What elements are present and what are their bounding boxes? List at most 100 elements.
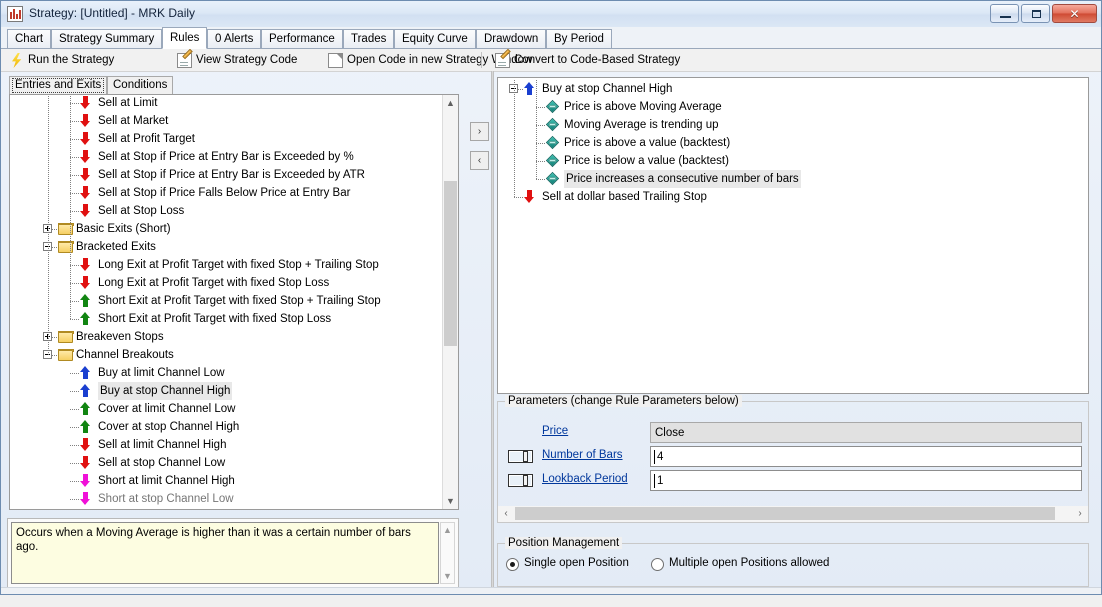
sell-arrow-icon — [80, 258, 91, 271]
parameters-group: Parameters (change Rule Parameters below… — [497, 401, 1089, 523]
tree-node-label: Sell at Stop if Price Falls Below Price … — [98, 184, 350, 202]
tree-connector — [70, 391, 79, 392]
tab-by-period[interactable]: By Period — [546, 29, 612, 49]
tree-connector — [70, 463, 79, 464]
tree-connector — [70, 283, 79, 284]
rule-library-tree[interactable]: Sell at LimitSell at MarketSell at Profi… — [9, 94, 459, 510]
tree-connector — [536, 179, 545, 180]
tree-connector — [70, 499, 79, 500]
hscroll-thumb[interactable] — [515, 507, 1055, 520]
tree-connector — [70, 409, 79, 410]
parameter-link-price[interactable]: Price — [542, 425, 568, 437]
subtab-label: Conditions — [113, 79, 167, 91]
parameter-link-lookback-period[interactable]: Lookback Period — [542, 473, 628, 485]
app-icon — [7, 6, 23, 22]
condition-diamond-icon — [546, 172, 559, 185]
description-panel: Occurs when a Moving Average is higher t… — [7, 518, 459, 588]
tab-label: Equity Curve — [402, 33, 468, 45]
scroll-right-icon[interactable]: › — [1072, 506, 1088, 521]
parameter-value-text: 4 — [657, 451, 663, 463]
strategy-builder-window: Strategy: [Untitled] - MRK Daily ✕ Chart… — [0, 0, 1102, 595]
tree-connector — [536, 107, 545, 108]
condition-diamond-icon — [546, 136, 559, 149]
parameter-link-number-of-bars[interactable]: Number of Bars — [542, 449, 623, 461]
parameters-horizontal-scrollbar[interactable]: ‹ › — [498, 506, 1088, 522]
tree-guide-line — [48, 94, 49, 356]
parameter-value-text: 1 — [657, 475, 663, 487]
tree-node-label: Sell at Stop Loss — [98, 202, 184, 220]
toolbar-label: View Strategy Code — [196, 54, 297, 66]
minimize-button[interactable] — [990, 4, 1019, 23]
close-icon: ✕ — [1069, 8, 1079, 20]
tab-chart[interactable]: Chart — [7, 29, 51, 49]
scroll-left-icon[interactable]: ‹ — [498, 506, 514, 521]
tree-connector — [70, 157, 79, 158]
scroll-up-icon[interactable]: ▲ — [443, 95, 458, 111]
tree-connector — [70, 139, 79, 140]
tree-node-label: Long Exit at Profit Target with fixed St… — [98, 256, 379, 274]
maximize-button[interactable] — [1021, 4, 1050, 23]
tab-label: Drawdown — [484, 33, 538, 45]
tab-label: 0 Alerts — [215, 33, 253, 45]
tab-trades[interactable]: Trades — [343, 29, 394, 49]
tree-connector — [70, 445, 79, 446]
description-scrollbar[interactable]: ▲ ▼ — [440, 522, 455, 584]
tab-label: By Period — [554, 33, 604, 45]
toolbar-run-the-strategy[interactable]: Run the Strategy — [9, 52, 114, 69]
tab-strategy-summary[interactable]: Strategy Summary — [51, 29, 162, 49]
sell-arrow-icon — [80, 186, 91, 199]
tree-connector — [70, 301, 79, 302]
close-button[interactable]: ✕ — [1052, 4, 1097, 23]
toolbar-view-strategy-code[interactable]: View Strategy Code — [177, 52, 297, 69]
sell-arrow-icon — [80, 204, 91, 217]
tree-node-label: Price increases a consecutive number of … — [564, 170, 801, 188]
folder-icon — [58, 331, 73, 343]
desc-scroll-down-icon[interactable]: ▼ — [441, 569, 454, 583]
parameter-value-number-of-bars[interactable]: 4 — [650, 446, 1082, 467]
window-controls: ✕ — [990, 4, 1097, 23]
toolbar: Run the StrategyView Strategy CodeOpen C… — [1, 49, 1101, 72]
tree-node-label: Cover at stop Channel High — [98, 418, 239, 436]
toolbar-convert-to-code-based-strategy[interactable]: Convert to Code-Based Strategy — [495, 52, 680, 69]
short-arrow-icon — [80, 474, 91, 487]
desc-scroll-up-icon[interactable]: ▲ — [441, 523, 454, 537]
tab-0-alerts[interactable]: 0 Alerts — [207, 29, 261, 49]
slider-parameter-icon — [508, 450, 533, 463]
tab-equity-curve[interactable]: Equity Curve — [394, 29, 476, 49]
tree-connector — [70, 373, 79, 374]
library-vertical-scrollbar[interactable]: ▲ ▼ — [442, 95, 458, 509]
scroll-down-icon[interactable]: ▼ — [443, 493, 458, 509]
tree-node-label: Sell at Profit Target — [98, 130, 195, 148]
vertical-splitter[interactable] — [491, 71, 494, 591]
blank-page-icon — [328, 53, 343, 68]
title-bar: Strategy: [Untitled] - MRK Daily ✕ — [1, 1, 1101, 28]
radio-multiple-open-positions-allowed[interactable] — [651, 558, 664, 571]
parameter-value-lookback-period[interactable]: 1 — [650, 470, 1082, 491]
tree-node-label: Buy at stop Channel High — [98, 382, 232, 400]
pencil-edit-icon — [177, 53, 192, 68]
condition-diamond-icon — [546, 154, 559, 167]
radio-single-open-position[interactable] — [506, 558, 519, 571]
tree-guide-line — [70, 94, 71, 320]
toolbar-label: Run the Strategy — [28, 54, 114, 66]
strategy-rules-tree[interactable]: Buy at stop Channel HighPrice is above M… — [497, 77, 1089, 394]
tab-performance[interactable]: Performance — [261, 29, 343, 49]
tree-node-label: Price is above Moving Average — [564, 98, 722, 116]
slider-parameter-icon — [508, 474, 533, 487]
tab-drawdown[interactable]: Drawdown — [476, 29, 546, 49]
tab-label: Trades — [351, 33, 386, 45]
tree-node-label: Moving Average is trending up — [564, 116, 719, 134]
tab-rules[interactable]: Rules — [162, 27, 207, 49]
scrollbar-thumb[interactable] — [444, 181, 457, 346]
tree-node-label: Channel Breakouts — [76, 346, 174, 364]
sell-arrow-icon — [80, 456, 91, 469]
sell-arrow-icon — [80, 168, 91, 181]
subtab-conditions[interactable]: Conditions — [107, 76, 173, 94]
tree-node-label: Basic Exits (Short) — [76, 220, 171, 238]
text-caret — [654, 450, 655, 464]
tree-node-label: Buy at limit Channel Low — [98, 364, 225, 382]
subtab-entries-and-exits[interactable]: Entries and Exits — [9, 76, 107, 94]
short-arrow-icon — [80, 492, 91, 505]
add-rule-button[interactable]: › — [470, 122, 489, 141]
remove-rule-button[interactable]: ‹ — [470, 151, 489, 170]
